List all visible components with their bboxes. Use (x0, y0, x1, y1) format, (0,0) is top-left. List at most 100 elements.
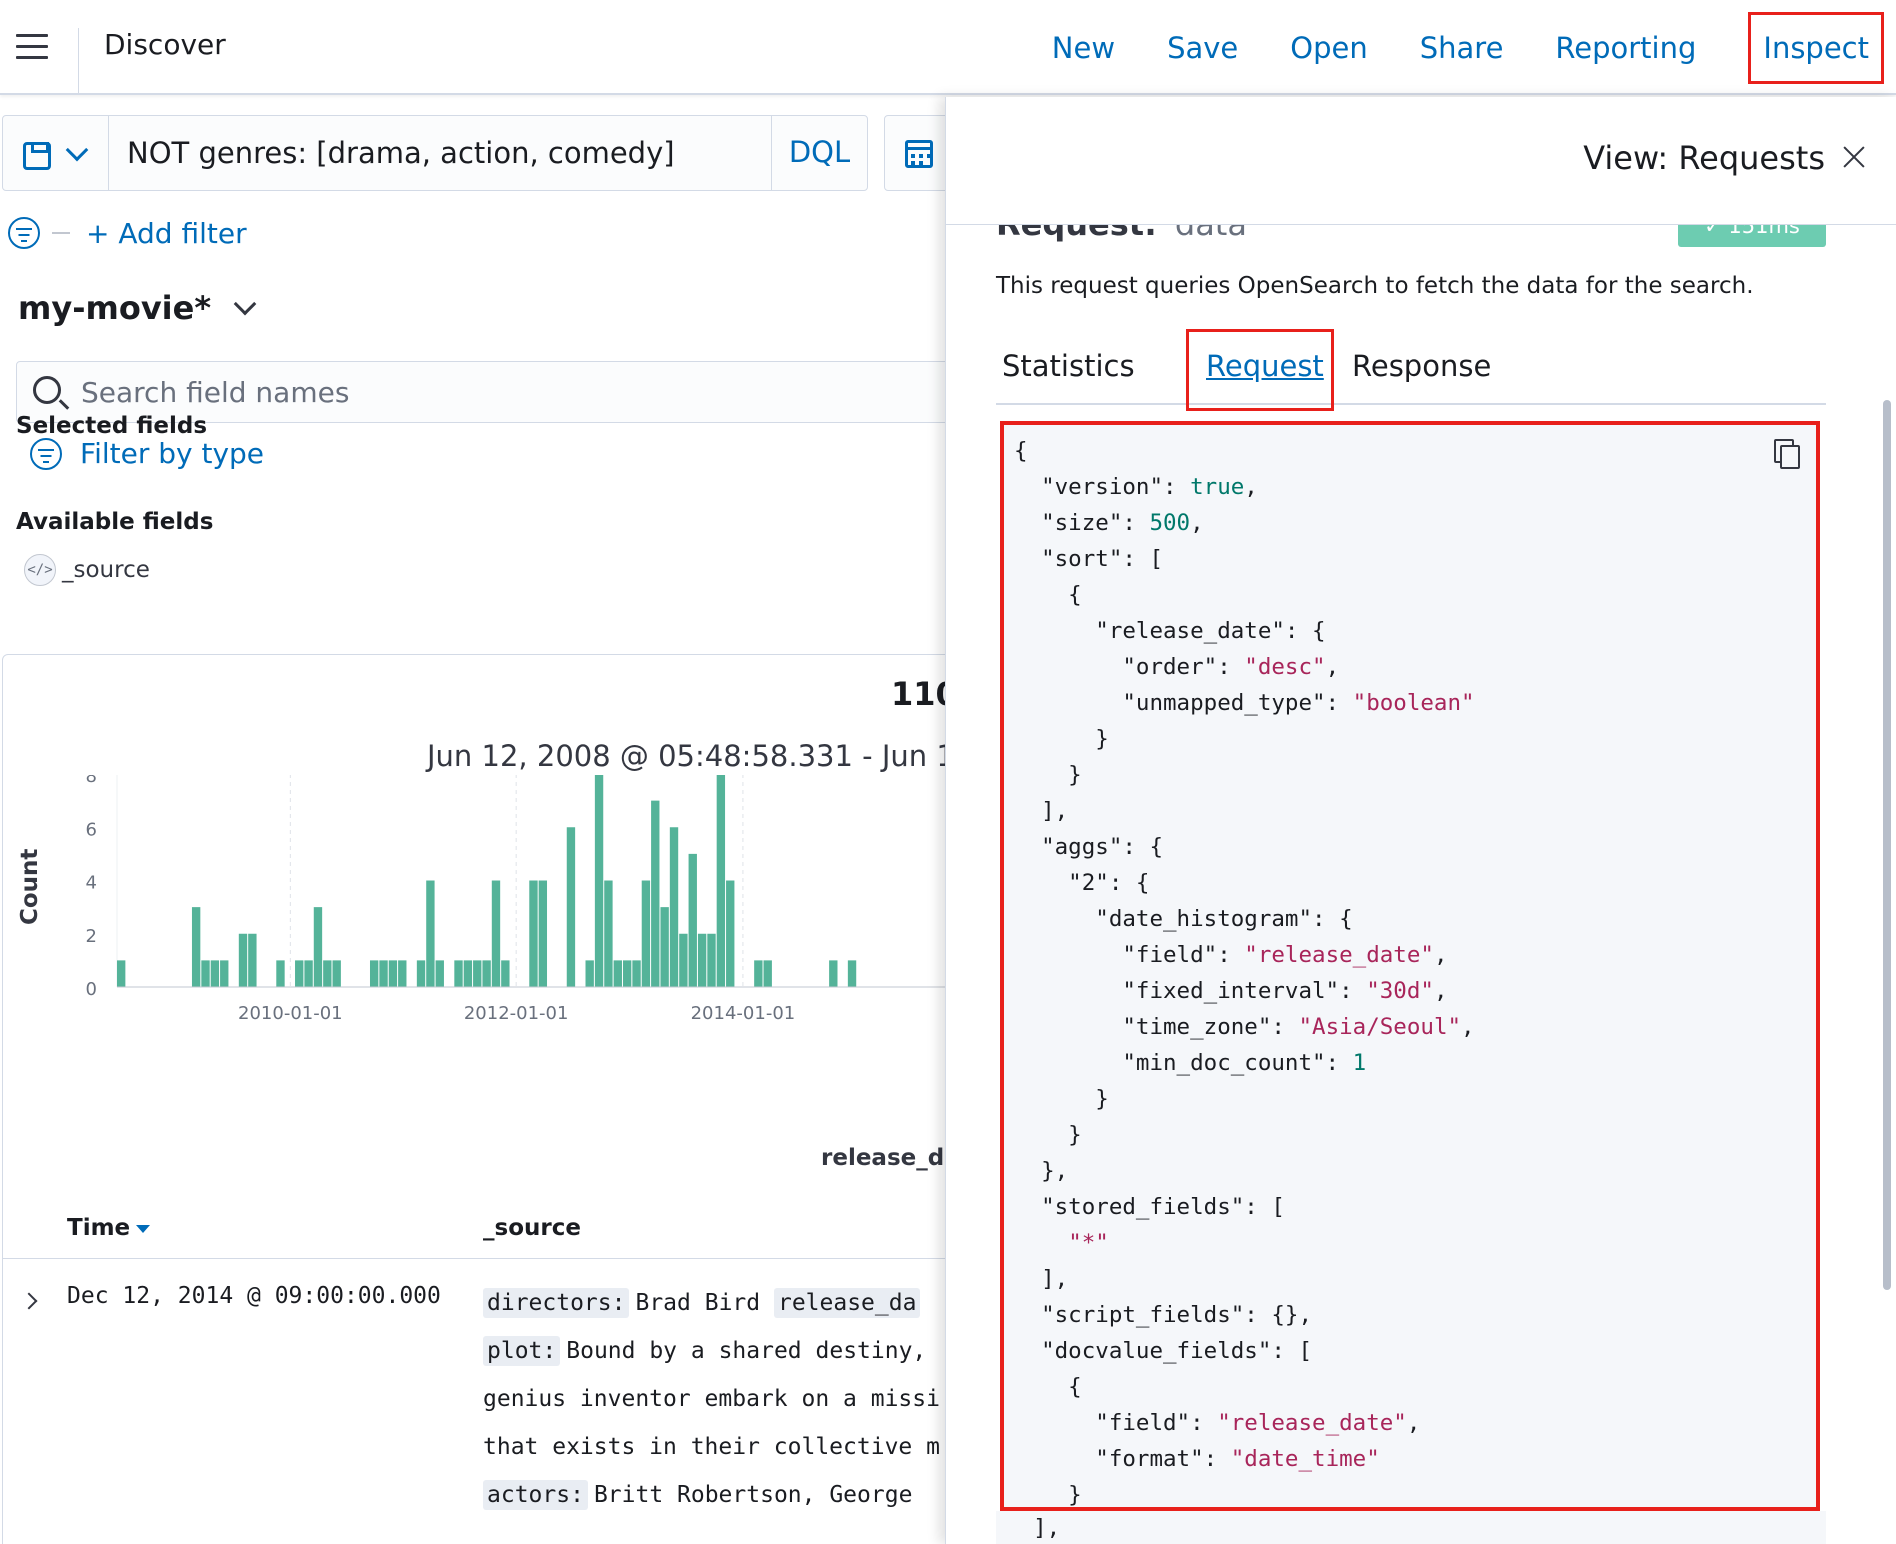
index-pattern-label: my-movie* (18, 289, 212, 327)
menu-icon[interactable] (16, 34, 48, 60)
code-line: "stored_fields": [ (1014, 1189, 1475, 1225)
divider (78, 28, 79, 94)
menu-new[interactable]: New (1052, 31, 1115, 65)
column-time[interactable]: Time (67, 1215, 151, 1241)
histogram-bar (426, 880, 435, 987)
menu-inspect[interactable]: Inspect (1748, 11, 1884, 84)
histogram-bar (191, 907, 201, 987)
scrollbar[interactable] (1883, 400, 1891, 1290)
request-label: Request: (996, 225, 1157, 243)
menu-save[interactable]: Save (1167, 31, 1238, 65)
code-token: "size": (1014, 510, 1150, 536)
table-header: Time _source (3, 1201, 945, 1259)
histogram-bar (323, 960, 332, 987)
request-code-block[interactable]: { "version": true, "size": 500, "sort": … (1000, 421, 1820, 1511)
code-line: "*" (1014, 1225, 1475, 1261)
histogram-bar (304, 960, 313, 987)
histogram-bar (388, 960, 398, 987)
code-token: } (1014, 1482, 1082, 1508)
view-requests-dropdown[interactable]: View: Requests (1583, 139, 1825, 177)
code-token: true (1190, 474, 1245, 500)
code-token: { (1014, 1374, 1082, 1400)
code-token: "Asia/Seoul" (1298, 1014, 1462, 1040)
code-line: } (1014, 1477, 1475, 1508)
histogram-bar (679, 933, 688, 987)
top-nav-bar: Discover New Save Open Share Reporting I… (0, 0, 1896, 95)
field-value: Bound by a shared destiny, (566, 1338, 927, 1364)
sort-desc-icon[interactable] (136, 1224, 151, 1233)
chevron-down-icon (233, 292, 257, 316)
code-line: "docvalue_fields": [ (1014, 1333, 1475, 1369)
code-token: "format": (1014, 1446, 1231, 1472)
code-token: "aggs": { (1014, 834, 1164, 860)
divider (52, 232, 70, 234)
results-panel: 110 Jun 12, 2008 @ 05:48:58.331 - Jun 12… (2, 654, 945, 1544)
query-input[interactable]: NOT genres: [drama, action, comedy] (127, 136, 675, 170)
x-tick-label: 2014-01-01 (691, 1003, 796, 1024)
histogram-bar (716, 775, 726, 987)
code-token: "date_time" (1230, 1446, 1380, 1472)
histogram-bar (210, 960, 220, 987)
tab-statistics[interactable]: Statistics (1002, 349, 1135, 383)
search-input[interactable]: Search field names (81, 376, 349, 409)
x-axis-label: release_da (821, 1145, 945, 1171)
request-description: This request queries OpenSearch to fetch… (996, 273, 1754, 299)
code-token: "*" (1068, 1230, 1109, 1256)
histogram-bar (763, 960, 772, 987)
chevron-right-icon[interactable] (20, 1292, 38, 1310)
x-tick-label: 2012-01-01 (464, 1003, 569, 1024)
code-line: "format": "date_time" (1014, 1441, 1475, 1477)
code-icon: </> (24, 554, 56, 586)
menu-open[interactable]: Open (1290, 31, 1367, 65)
code-line: "order": "desc", (1014, 649, 1475, 685)
status-badge: ✓ 151ms (1678, 225, 1826, 247)
filter-bar: + Add filter (8, 215, 247, 251)
copy-icon[interactable] (1774, 439, 1800, 469)
histogram-bar (754, 960, 763, 987)
histogram-bar (688, 853, 697, 987)
code-line: { (1014, 433, 1475, 469)
field-key: plot: (483, 1336, 561, 1366)
request-name: data (1175, 225, 1247, 243)
filter-by-type-button[interactable]: Filter by type (30, 437, 264, 470)
code-token: "30d" (1366, 978, 1434, 1004)
y-tick-label: 0 (86, 979, 97, 1000)
flyout-header: View: Requests (946, 97, 1896, 225)
histogram-bar (332, 960, 341, 987)
histogram-bar (707, 933, 716, 987)
code-token: { (1014, 438, 1028, 464)
date-picker-button[interactable] (884, 115, 945, 191)
close-icon[interactable] (1843, 145, 1865, 167)
filter-icon[interactable] (8, 217, 40, 249)
menu-reporting[interactable]: Reporting (1555, 31, 1696, 65)
chevron-down-icon (65, 138, 89, 162)
code-token: "2": { (1014, 870, 1150, 896)
code-token: "stored_fields": [ (1014, 1194, 1285, 1220)
code-text: { "version": true, "size": 500, "sort": … (1014, 433, 1475, 1508)
add-filter-button[interactable]: + Add filter (86, 217, 247, 250)
histogram-bar (726, 880, 735, 987)
request-heading: Request: data (996, 225, 1247, 243)
histogram-bar (660, 907, 669, 987)
field-name: _source (62, 557, 150, 583)
tab-response[interactable]: Response (1352, 349, 1491, 383)
field-item-source[interactable]: </> _source (24, 554, 150, 586)
code-token: "fixed_interval": (1014, 978, 1367, 1004)
histogram-bar (641, 880, 651, 987)
menu-share[interactable]: Share (1420, 31, 1504, 65)
column-source: _source (483, 1215, 581, 1241)
code-line: "time_zone": "Asia/Seoul", (1014, 1009, 1474, 1045)
code-line: } (1014, 1117, 1475, 1153)
search-icon (33, 376, 61, 404)
highlight-box (1186, 329, 1334, 411)
histogram-bar (201, 960, 210, 987)
code-line: "release_date": { (1014, 613, 1475, 649)
histogram-bar (566, 827, 576, 987)
code-line: "unmapped_type": "boolean" (1014, 685, 1475, 721)
query-language-button[interactable]: DQL (771, 116, 867, 190)
histogram-bar (585, 960, 594, 987)
app-title: Discover (104, 28, 226, 61)
index-pattern-selector[interactable]: my-movie* (18, 289, 257, 327)
doc-time: Dec 12, 2014 @ 09:00:00.000 (67, 1283, 441, 1309)
saved-query-button[interactable] (3, 116, 109, 190)
